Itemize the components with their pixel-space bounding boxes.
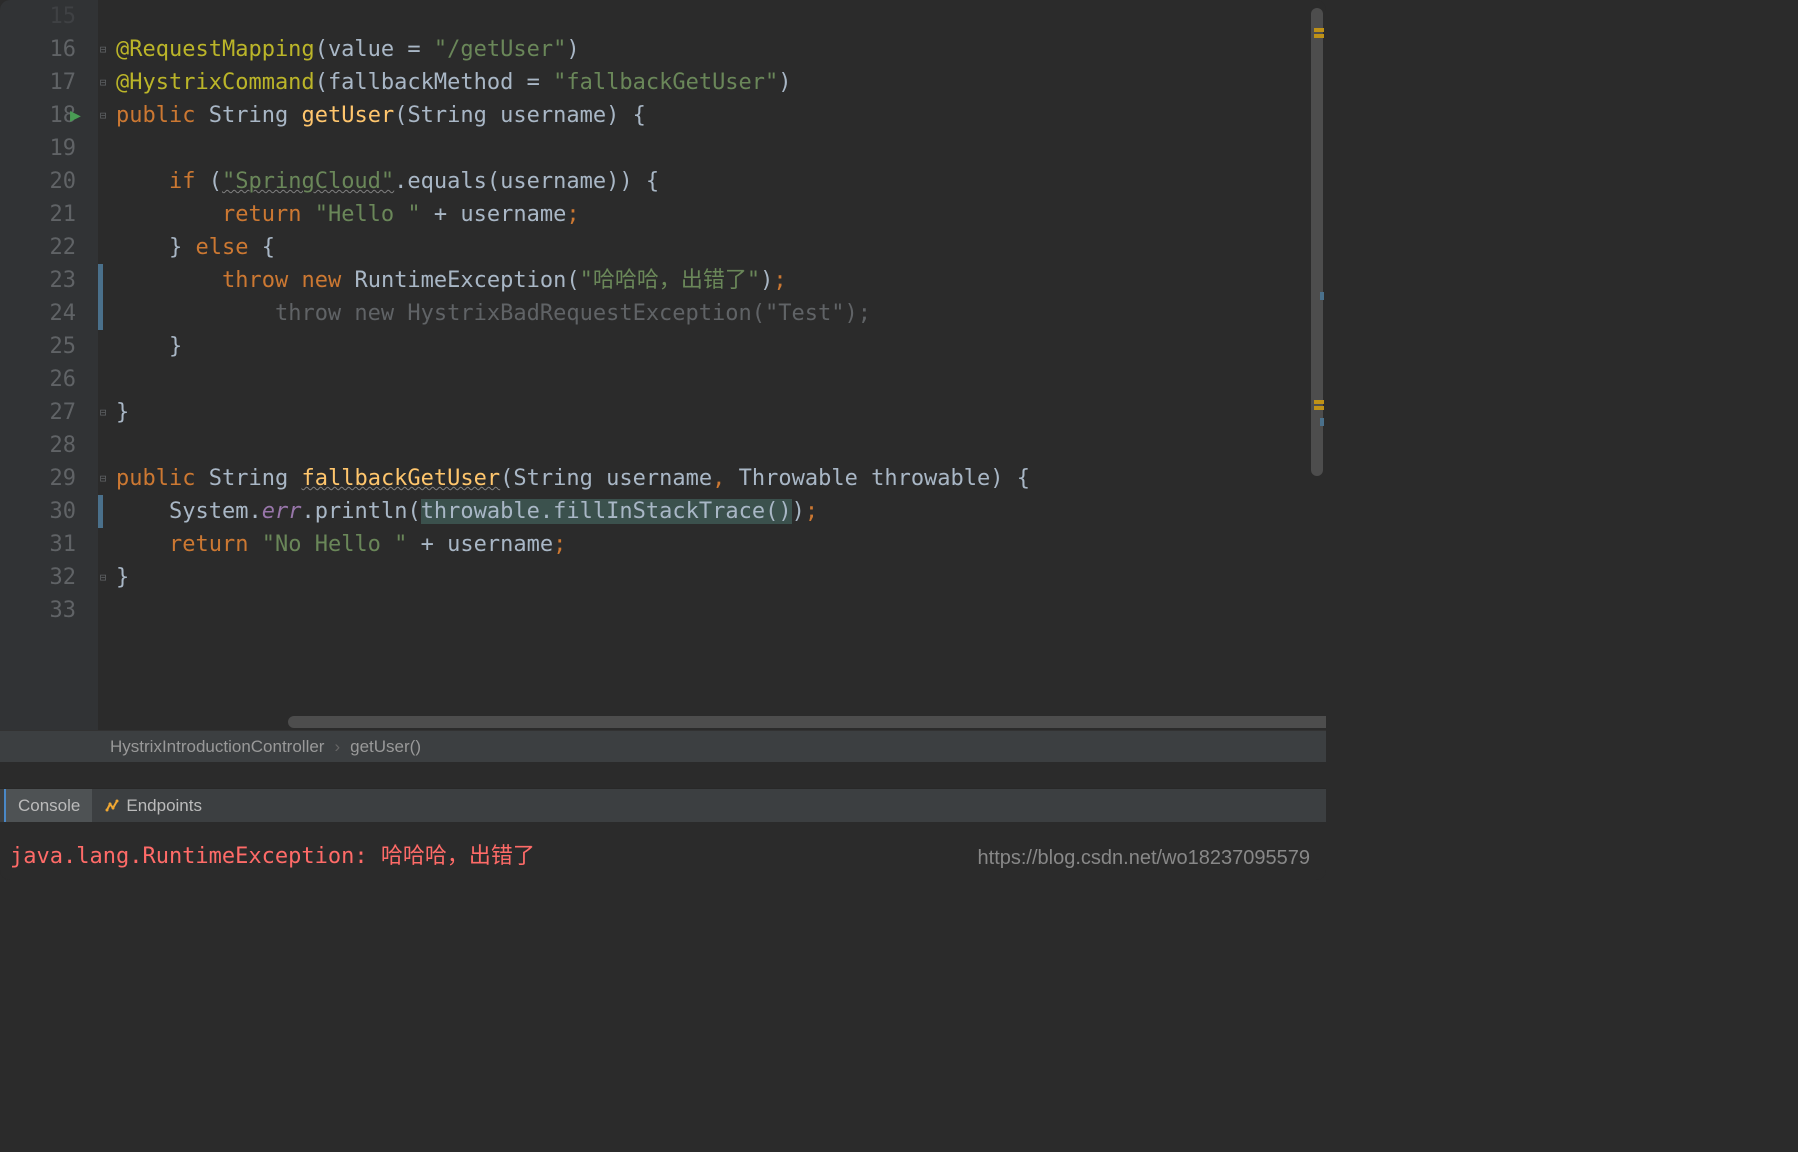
line-number: 24	[0, 297, 98, 330]
annotation: @HystrixCommand	[116, 70, 315, 95]
code-line[interactable]: public String fallbackGetUser(String use…	[116, 462, 1326, 495]
line-number: 19	[0, 132, 98, 165]
code-line[interactable]: } else {	[116, 231, 1326, 264]
code-line[interactable]: public String getUser(String username) {	[116, 99, 1326, 132]
code-line[interactable]: if ("SpringCloud".equals(username)) {	[116, 165, 1326, 198]
line-number: 18	[0, 99, 98, 132]
annotation: @RequestMapping	[116, 37, 315, 62]
breadcrumb-class[interactable]: HystrixIntroductionController	[110, 737, 324, 757]
line-number: 16	[0, 33, 98, 66]
console-tabs: Console Endpoints	[0, 788, 1326, 822]
line-number: 17	[0, 66, 98, 99]
code-editor-area[interactable]: 15 16 17 18 19 20 21 22 23 24 25 26 27 2…	[0, 0, 1326, 730]
ide-editor-window: 15 16 17 18 19 20 21 22 23 24 25 26 27 2…	[0, 0, 1326, 880]
warning-marker[interactable]	[1314, 28, 1324, 32]
line-number: 20	[0, 165, 98, 198]
code-line[interactable]	[116, 594, 1326, 627]
warning-marker[interactable]	[1314, 34, 1324, 38]
code-line[interactable]: @RequestMapping(value = "/getUser")	[116, 33, 1326, 66]
breadcrumb-method[interactable]: getUser()	[350, 737, 421, 757]
chevron-right-icon: ›	[334, 737, 340, 757]
breadcrumb-bar: HystrixIntroductionController › getUser(…	[0, 730, 1326, 762]
line-number: 26	[0, 363, 98, 396]
line-number: 25	[0, 330, 98, 363]
method-name: fallbackGetUser	[301, 466, 500, 491]
vcs-change-marker[interactable]	[98, 495, 103, 528]
marker-stripe[interactable]	[1312, 0, 1326, 730]
warning-marker[interactable]	[1314, 400, 1324, 404]
warning-marker[interactable]	[1314, 406, 1324, 410]
horizontal-scrollbar[interactable]	[288, 716, 1326, 728]
code-line[interactable]: }	[116, 396, 1326, 429]
code-line[interactable]	[116, 0, 1326, 33]
code-line[interactable]	[116, 363, 1326, 396]
code-line[interactable]: return "No Hello " + username;	[116, 528, 1326, 561]
vcs-change-marker[interactable]	[98, 264, 103, 297]
code-line-current[interactable]: throw new HystrixBadRequestException("Te…	[116, 297, 1326, 330]
code-line[interactable]	[116, 132, 1326, 165]
code-line[interactable]	[116, 429, 1326, 462]
method-name: getUser	[301, 103, 394, 128]
code-content[interactable]: @RequestMapping(value = "/getUser") @Hys…	[98, 0, 1326, 730]
line-number: 30	[0, 495, 98, 528]
info-marker[interactable]	[1320, 292, 1324, 300]
line-number: 28	[0, 429, 98, 462]
line-number: 15	[0, 0, 98, 33]
line-number: 21	[0, 198, 98, 231]
code-line[interactable]: }	[116, 561, 1326, 594]
line-number: 22	[0, 231, 98, 264]
gutter[interactable]: 15 16 17 18 19 20 21 22 23 24 25 26 27 2…	[0, 0, 98, 730]
code-line[interactable]: }	[116, 330, 1326, 363]
info-marker[interactable]	[1320, 418, 1324, 426]
code-line[interactable]: System.err.println(throwable.fillInStack…	[116, 495, 1326, 528]
tab-endpoints[interactable]: Endpoints	[92, 789, 214, 822]
code-line[interactable]: @HystrixCommand(fallbackMethod = "fallba…	[116, 66, 1326, 99]
tab-console[interactable]: Console	[4, 789, 92, 822]
endpoints-icon	[104, 798, 120, 814]
watermark-text: https://blog.csdn.net/wo18237095579	[978, 847, 1310, 870]
line-number: 29	[0, 462, 98, 495]
line-number: 23	[0, 264, 98, 297]
code-line[interactable]: throw new RuntimeException("哈哈哈，出错了");	[116, 264, 1326, 297]
line-number: 32	[0, 561, 98, 594]
error-output-line: java.lang.RuntimeException: 哈哈哈，出错了	[10, 844, 535, 869]
line-number: 33	[0, 594, 98, 627]
line-number: 27	[0, 396, 98, 429]
vcs-change-marker[interactable]	[98, 297, 103, 330]
code-line[interactable]: return "Hello " + username;	[116, 198, 1326, 231]
run-gutter-icon[interactable]: ▶	[70, 105, 81, 126]
line-number: 31	[0, 528, 98, 561]
